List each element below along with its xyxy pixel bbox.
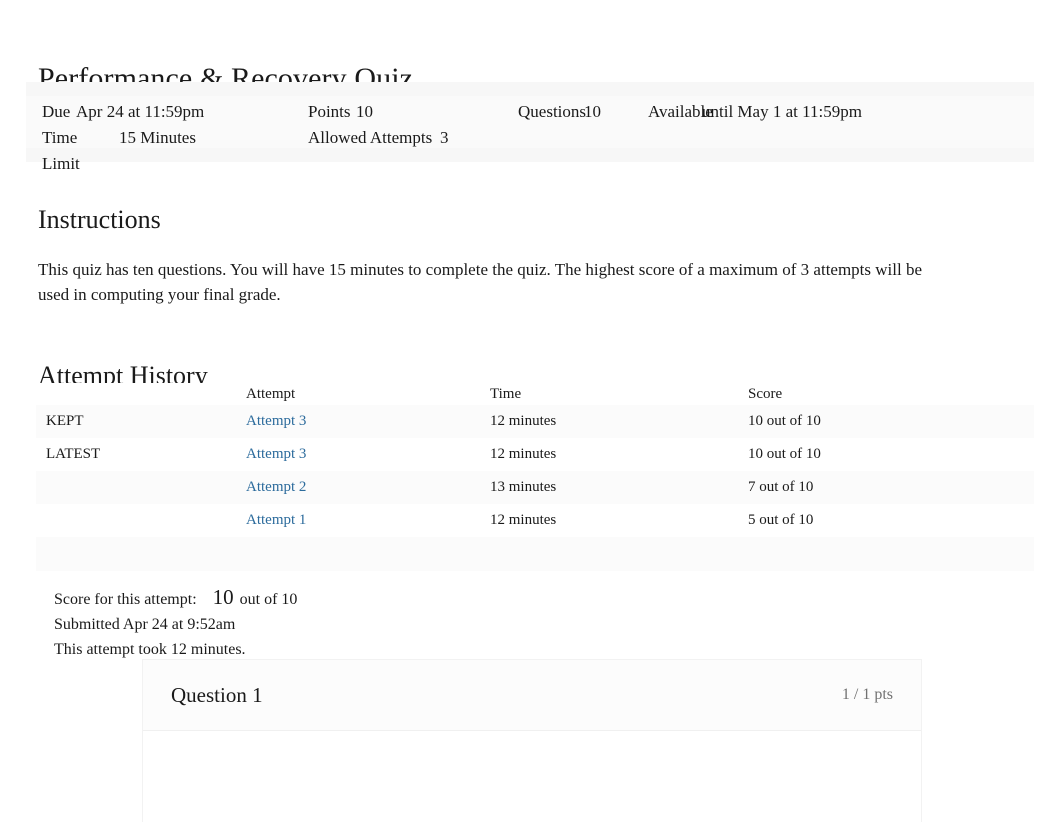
time-limit-label: Time Limit (42, 128, 80, 173)
allowed-attempts-value: 3 (440, 128, 449, 147)
score-out-of: out of 10 (239, 591, 298, 608)
table-row: Attempt 1 12 minutes 5 out of 10 (36, 504, 1034, 537)
attempt-flag: KEPT (46, 413, 84, 429)
table-header-row: Attempt Time Score (36, 383, 1034, 405)
time-limit-value: 15 Minutes (119, 128, 196, 147)
table-row: KEPT Attempt 3 12 minutes 10 out of 10 (36, 405, 1034, 438)
score-summary: Score for this attempt: 10 out of 10 Sub… (54, 585, 297, 662)
question-points: 1 / 1 pts (841, 686, 893, 703)
question-header: Question 1 1 / 1 pts (143, 660, 921, 731)
attempt-cell: Attempt 1 (246, 512, 490, 529)
column-header-time: Time (490, 385, 522, 402)
table-row: Attempt 2 13 minutes 7 out of 10 (36, 471, 1034, 504)
question-name: Question 1 (171, 682, 263, 707)
attempt-link[interactable]: Attempt 3 (246, 446, 306, 462)
quiz-details-band-top-edge (26, 82, 1034, 96)
attempt-time: 12 minutes (490, 413, 557, 429)
score-label: Score for this attempt: (54, 591, 197, 608)
questions-label: Questions (518, 102, 586, 121)
attempt-score: 10 out of 10 (748, 446, 821, 462)
submitted-line: Submitted Apr 24 at 9:52am (54, 616, 236, 633)
instructions-body: This quiz has ten questions. You will ha… (38, 260, 923, 304)
quiz-details-row-2: Time Limit 15 Minutes Allowed Attempts 3 (42, 125, 942, 173)
points-label: Points (308, 102, 351, 121)
attempt-link[interactable]: Attempt 3 (246, 413, 306, 429)
quiz-results-page: Performance & Recovery Quiz Due Apr 24 a… (0, 0, 1062, 823)
column-header-attempt: Attempt (246, 385, 296, 402)
attempt-history-table: Attempt Time Score KEPT Attempt 3 12 min… (36, 383, 1034, 571)
score-value: 10 (212, 585, 234, 609)
due-value: Apr 24 at 11:59pm (76, 102, 205, 121)
available-value: until May 1 at 11:59pm (702, 102, 862, 121)
attempt-cell: Attempt 3 (246, 446, 490, 463)
attempt-link[interactable]: Attempt 1 (246, 512, 306, 528)
attempt-time: 12 minutes (490, 446, 557, 462)
allowed-attempts-label: Allowed Attempts (308, 128, 433, 147)
available-label: Available (648, 102, 713, 121)
attempt-score: 7 out of 10 (748, 479, 814, 495)
questions-value: 10 (584, 102, 601, 121)
question-body (143, 731, 921, 823)
attempt-score: 10 out of 10 (748, 413, 821, 429)
question-container: Question 1 1 / 1 pts (142, 659, 922, 823)
due-label: Due (42, 102, 71, 121)
column-header-score: Score (748, 385, 783, 402)
quiz-details-row-1: Due Apr 24 at 11:59pm Points 10 Question… (42, 99, 942, 125)
attempt-link[interactable]: Attempt 2 (246, 479, 306, 495)
attempt-cell: Attempt 3 (246, 413, 490, 430)
attempt-cell: Attempt 2 (246, 479, 490, 496)
attempt-flag: LATEST (46, 446, 101, 462)
score-for-attempt-line: Score for this attempt: 10 out of 10 (54, 585, 297, 612)
quiz-details-table: Due Apr 24 at 11:59pm Points 10 Question… (42, 99, 942, 173)
attempt-time: 13 minutes (490, 479, 557, 495)
attempt-time: 12 minutes (490, 512, 557, 528)
table-row-spacer (36, 537, 1034, 571)
instructions-heading: Instructions (38, 204, 161, 234)
attempt-score: 5 out of 10 (748, 512, 814, 528)
points-value: 10 (356, 102, 373, 121)
table-row: LATEST Attempt 3 12 minutes 10 out of 10 (36, 438, 1034, 471)
